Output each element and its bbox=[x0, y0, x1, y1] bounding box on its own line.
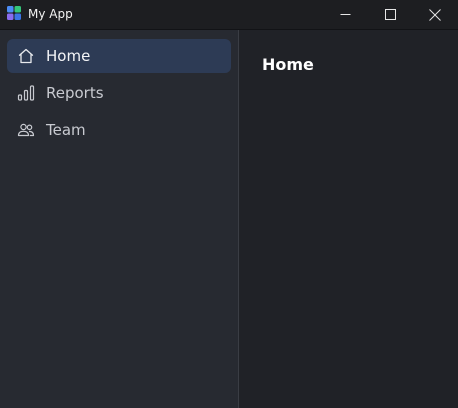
sidebar-item-team[interactable]: Team bbox=[7, 113, 231, 147]
people-icon bbox=[17, 123, 35, 137]
app-window: My App Home Reports Team Home bbox=[0, 0, 458, 408]
title-bar[interactable]: My App bbox=[0, 0, 458, 30]
window-title: My App bbox=[28, 7, 73, 21]
sidebar-item-reports[interactable]: Reports bbox=[7, 76, 231, 110]
minimize-button[interactable] bbox=[322, 0, 368, 29]
sidebar-item-label: Home bbox=[46, 47, 91, 65]
sidebar: Home Reports Team bbox=[0, 30, 239, 408]
maximize-icon bbox=[384, 9, 396, 20]
close-button[interactable] bbox=[412, 0, 458, 29]
minimize-icon bbox=[340, 14, 350, 15]
main-content: Home bbox=[239, 30, 458, 408]
page-title: Home bbox=[262, 55, 314, 74]
home-icon bbox=[18, 48, 34, 64]
sidebar-item-label: Team bbox=[46, 121, 86, 139]
close-icon bbox=[429, 8, 441, 21]
app-logo-icon bbox=[7, 6, 21, 20]
maximize-button[interactable] bbox=[367, 0, 413, 29]
bar-chart-icon bbox=[17, 85, 35, 101]
sidebar-item-home[interactable]: Home bbox=[7, 39, 231, 73]
sidebar-item-label: Reports bbox=[46, 84, 104, 102]
